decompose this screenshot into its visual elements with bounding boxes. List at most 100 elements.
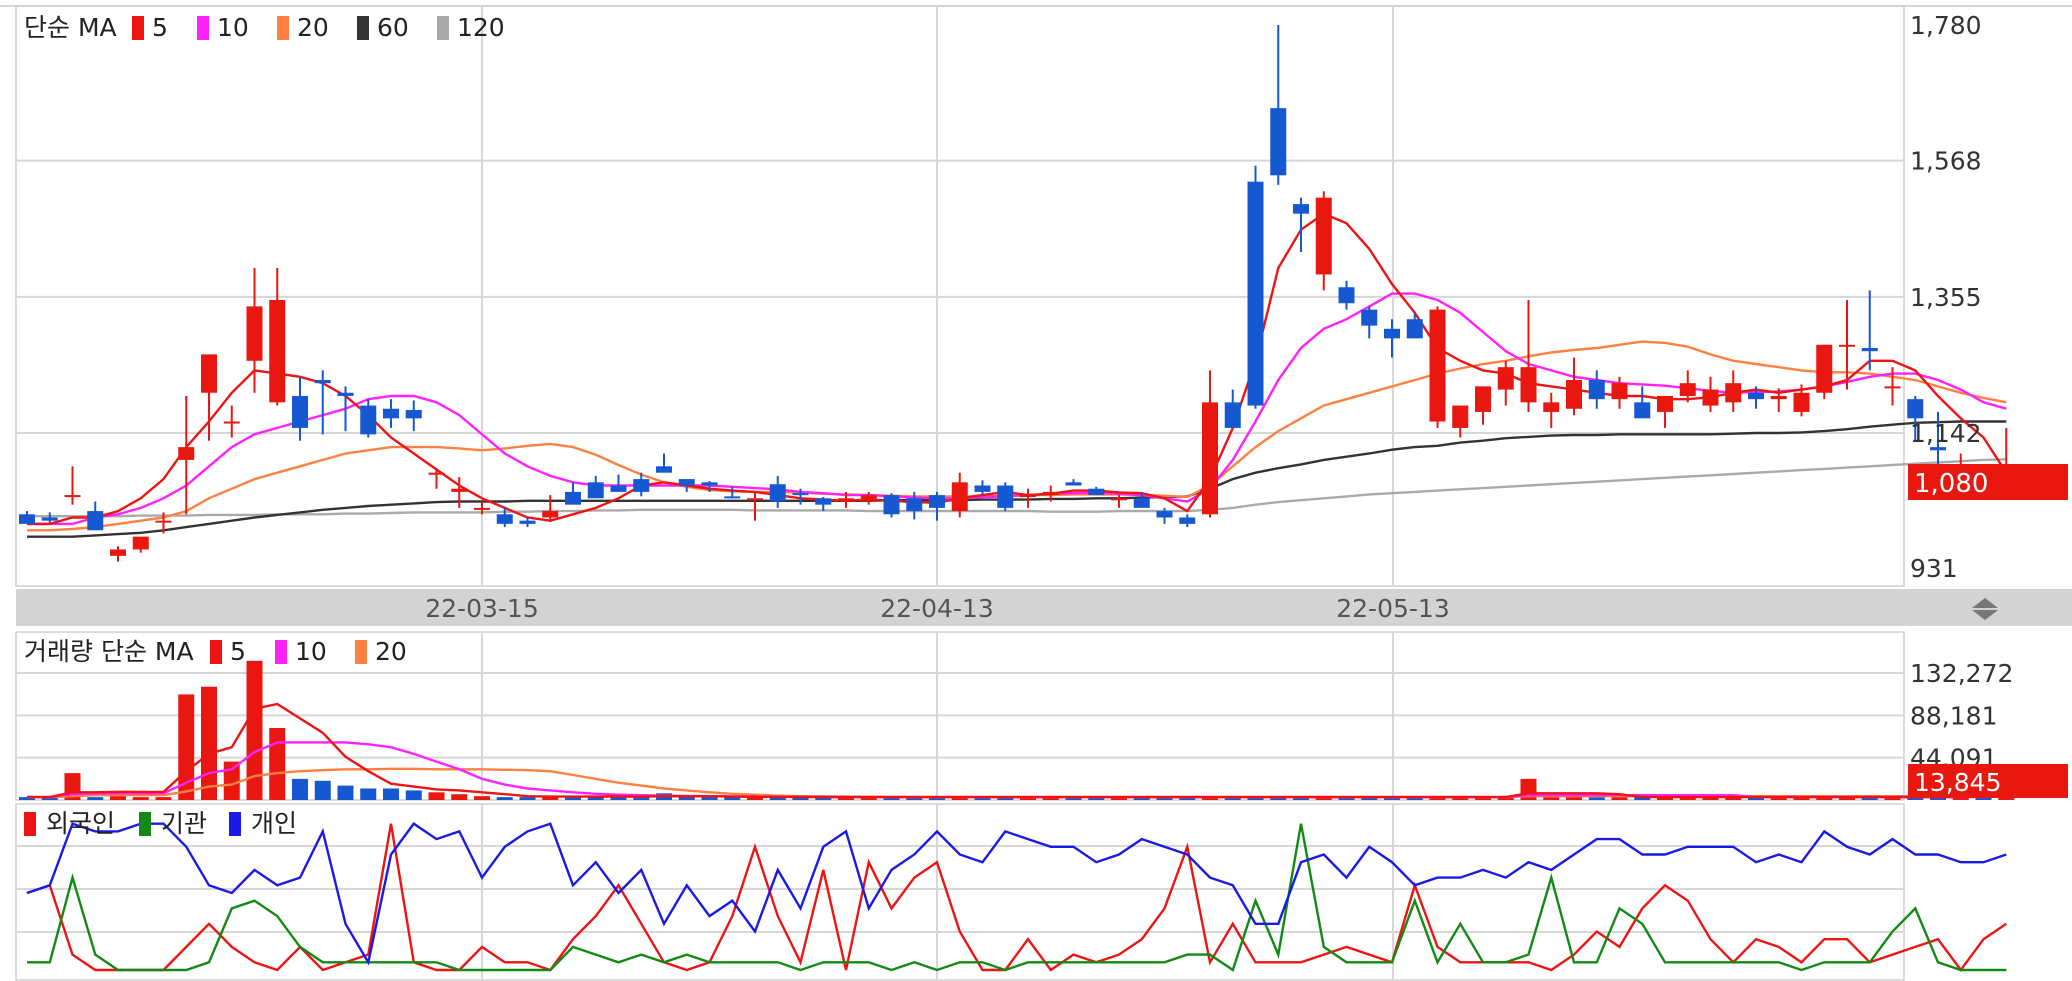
candle bbox=[1861, 290, 1878, 371]
candle-body bbox=[1293, 204, 1309, 214]
current-price-tag: 1,080 bbox=[1908, 464, 2068, 500]
candle-body bbox=[1111, 498, 1127, 501]
volume-bar bbox=[451, 794, 468, 800]
candle bbox=[246, 268, 263, 393]
candle-body bbox=[1384, 328, 1400, 339]
price-legend-label: 20 bbox=[297, 13, 329, 42]
volume-y-tick: 132,272 bbox=[1910, 659, 2013, 688]
investor-legend-swatch bbox=[139, 812, 151, 836]
price-legend-swatch bbox=[437, 16, 449, 40]
current-volume-value: 13,845 bbox=[1914, 768, 2001, 797]
volume-bar bbox=[1384, 798, 1400, 800]
candle bbox=[1702, 376, 1719, 412]
volume-legend-label: 5 bbox=[230, 637, 246, 666]
candle bbox=[314, 370, 331, 435]
volume-bar bbox=[496, 797, 513, 800]
candle-body bbox=[496, 514, 513, 524]
candle bbox=[1475, 386, 1491, 425]
candle bbox=[1202, 370, 1218, 518]
candle bbox=[1247, 165, 1264, 409]
price-y-tick: 1,355 bbox=[1910, 283, 1982, 312]
candle bbox=[951, 472, 968, 518]
price-y-tick: 931 bbox=[1910, 554, 1958, 583]
candle bbox=[19, 511, 35, 524]
candle bbox=[383, 399, 399, 428]
candle bbox=[1543, 392, 1560, 428]
price-legend-swatch bbox=[197, 16, 209, 40]
candle-body bbox=[1042, 491, 1059, 496]
candle-body bbox=[246, 306, 263, 361]
candle-body bbox=[701, 482, 718, 486]
candle bbox=[610, 474, 627, 492]
candle bbox=[1338, 280, 1355, 310]
investor-grid bbox=[16, 804, 1904, 980]
volume-legend-title: 거래량 단순 MA bbox=[24, 637, 194, 666]
candle-body bbox=[64, 495, 81, 498]
price-legend-swatch bbox=[277, 16, 289, 40]
investor-legend-swatch bbox=[24, 812, 36, 836]
candle bbox=[269, 268, 286, 406]
candle-body bbox=[769, 484, 786, 502]
candle-body bbox=[19, 514, 35, 524]
candle-body bbox=[838, 498, 854, 501]
candle-body bbox=[1156, 511, 1173, 518]
candle-body bbox=[87, 511, 104, 531]
candle-body bbox=[178, 447, 195, 460]
price-legend-swatch bbox=[132, 16, 144, 40]
investor-legend-label: 개인 bbox=[251, 809, 297, 838]
candle bbox=[929, 491, 945, 521]
candle-body bbox=[1361, 309, 1378, 326]
ma20-line bbox=[27, 340, 2007, 532]
candle bbox=[64, 466, 81, 505]
volume-bar bbox=[201, 686, 217, 800]
candle-body bbox=[360, 405, 377, 435]
candle-body bbox=[656, 466, 672, 473]
candlestick-series bbox=[19, 25, 2015, 562]
candle bbox=[405, 400, 422, 432]
candle bbox=[292, 376, 308, 441]
candle bbox=[1657, 395, 1673, 428]
date-axis-bar[interactable]: 22-03-15 22-04-13 22-05-13 bbox=[16, 589, 2072, 626]
candle bbox=[1816, 344, 1833, 400]
volume-bar bbox=[1429, 798, 1446, 800]
candle-body bbox=[1452, 405, 1469, 428]
volume-bar bbox=[383, 788, 399, 800]
candle-body bbox=[1611, 383, 1628, 400]
volume-bar bbox=[474, 796, 490, 800]
candle-body bbox=[314, 379, 331, 384]
volume-legend-swatch bbox=[210, 640, 222, 664]
candle bbox=[132, 536, 149, 553]
candle-body bbox=[337, 392, 354, 396]
candle bbox=[1361, 306, 1378, 339]
candle-body bbox=[1861, 347, 1878, 352]
candle-body bbox=[633, 479, 650, 492]
volume-legend-swatch bbox=[275, 640, 287, 664]
date-label-2: 22-04-13 bbox=[880, 594, 993, 623]
candle bbox=[1088, 486, 1105, 496]
chart-canvas[interactable]: 단순 MA 5 10 20 60 120 1,780 1,568 1,355 1,142 931… bbox=[0, 0, 2072, 981]
investor-panel[interactable] bbox=[15, 803, 1905, 981]
candle-body bbox=[1839, 344, 1855, 347]
candle-body bbox=[1816, 344, 1833, 393]
candle bbox=[1224, 389, 1241, 428]
candle-body bbox=[542, 511, 559, 518]
candle-body bbox=[1497, 367, 1514, 390]
candle-body bbox=[41, 517, 58, 521]
candle-body bbox=[110, 549, 126, 556]
volume-legend: 거래량 단순 MA 5 10 20 bbox=[24, 637, 407, 666]
candle-body bbox=[1679, 383, 1696, 396]
volume-y-axis: 132,27288,18144,091 bbox=[1910, 659, 2013, 773]
candle-body bbox=[201, 354, 217, 393]
candle bbox=[747, 491, 763, 521]
price-legend-label: 10 bbox=[217, 13, 249, 42]
candle bbox=[565, 482, 581, 505]
candle-body bbox=[474, 507, 490, 510]
investor-legend: 외국인 기관 개인 bbox=[24, 809, 297, 838]
candle bbox=[1179, 514, 1196, 528]
candle-body bbox=[1543, 402, 1560, 412]
investor-legend-label: 기관 bbox=[161, 809, 207, 838]
candle bbox=[1725, 370, 1742, 412]
candle bbox=[1270, 25, 1287, 185]
candle-body bbox=[269, 300, 286, 403]
candle-body bbox=[1793, 392, 1810, 412]
